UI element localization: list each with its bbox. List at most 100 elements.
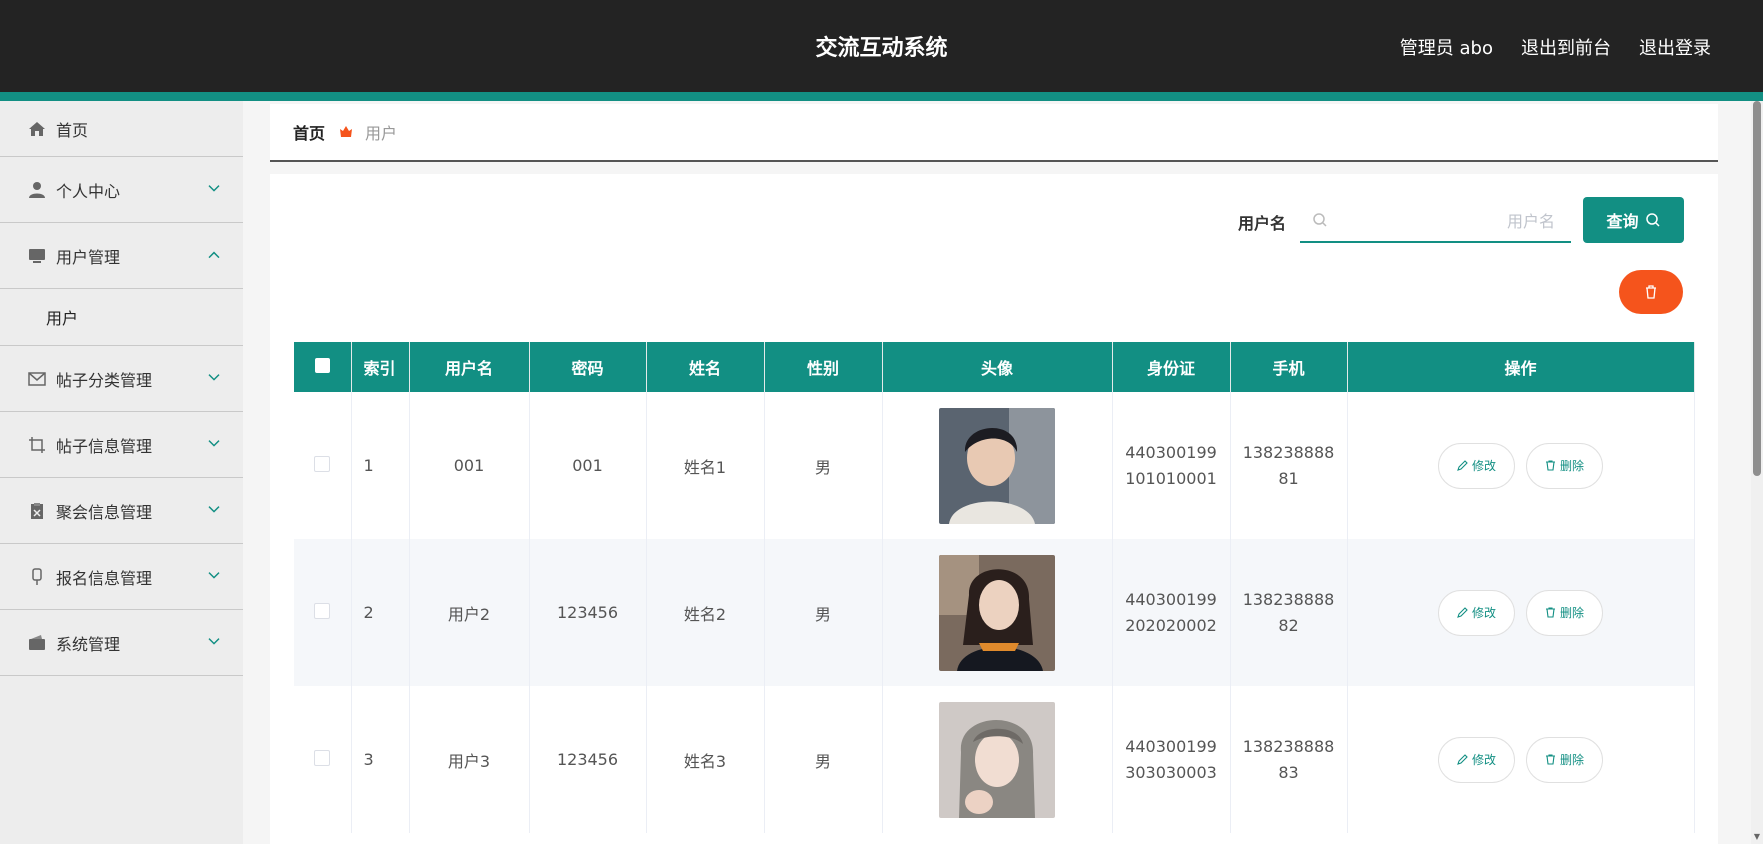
sidebar-item-post-category[interactable]: 帖子分类管理 (0, 346, 243, 412)
actions-cell: 修改 删除 (1347, 392, 1695, 539)
breadcrumb-home[interactable]: 首页 (293, 120, 325, 144)
microphone-icon (28, 567, 46, 586)
avatar-cell (882, 392, 1113, 539)
avatar-cell (882, 686, 1113, 833)
gender-cell: 男 (764, 686, 883, 833)
actions-cell: 修改 删除 (1347, 539, 1695, 686)
chevron-down-icon (208, 505, 220, 513)
password-cell: 123456 (529, 539, 647, 686)
column-header: 操作 (1347, 342, 1695, 392)
sidebar-item-label: 个人中心 (56, 181, 121, 201)
sidebar-item-label: 用户管理 (56, 247, 121, 267)
query-button-label: 查询 (1606, 212, 1639, 231)
sidebar-item-user-management[interactable]: 用户管理 (0, 223, 243, 289)
header-links: 管理员 abo 退出到前台 退出登录 (1400, 34, 1711, 60)
scrollbar-thumb[interactable] (1753, 101, 1761, 476)
column-header: 手机 (1230, 342, 1348, 392)
row-checkbox[interactable] (314, 455, 331, 472)
edit-button-label: 修改 (1471, 606, 1496, 620)
sidebar-subitem-user[interactable]: 用户 (0, 289, 243, 346)
sidebar-subitem-label: 用户 (46, 309, 79, 328)
sidebar-item-system-management[interactable]: 系统管理 (0, 610, 243, 676)
row-select-cell[interactable] (294, 539, 352, 686)
column-header: 姓名 (646, 342, 765, 392)
admin-user-link[interactable]: 管理员 abo (1400, 34, 1493, 60)
chevron-down-icon (208, 637, 220, 645)
search-input[interactable] (1340, 205, 1565, 237)
sidebar-item-label: 首页 (56, 120, 89, 140)
index-cell: 3 (351, 686, 410, 833)
column-header: 索引 (351, 342, 410, 392)
search-label: 用户名 (1238, 214, 1287, 233)
exit-to-front-link[interactable]: 退出到前台 (1521, 34, 1611, 60)
gender-cell: 男 (764, 392, 883, 539)
edit-button[interactable]: 修改 (1437, 589, 1515, 636)
monitor-icon (28, 247, 46, 265)
scroll-down-arrow-icon[interactable]: ▼ (1752, 832, 1762, 842)
gender-cell: 男 (764, 539, 883, 686)
user-icon (28, 181, 46, 199)
trash-icon (1546, 607, 1556, 618)
row-checkbox[interactable] (314, 602, 331, 619)
table-row: 1 001 001 姓名1 男 440300199101010001 13823… (294, 392, 1695, 539)
delete-button[interactable]: 删除 (1526, 736, 1604, 783)
query-button[interactable]: 查询 (1583, 197, 1684, 243)
sidebar-item-label: 帖子分类管理 (56, 370, 153, 390)
id-card-cell: 440300199303030003 (1112, 686, 1231, 833)
edit-icon (1457, 607, 1468, 618)
column-header: 密码 (529, 342, 647, 392)
crop-icon (28, 436, 46, 454)
breadcrumb-separator-icon (339, 125, 353, 139)
column-header: 性别 (764, 342, 883, 392)
chevron-down-icon (208, 571, 220, 579)
sidebar-item-home[interactable]: 首页 (0, 101, 243, 157)
column-header: 用户名 (409, 342, 530, 392)
sidebar-item-gathering-info[interactable]: 聚会信息管理 (0, 478, 243, 544)
username-cell: 用户3 (409, 686, 530, 833)
actions-cell: 修改 删除 (1347, 686, 1695, 833)
password-cell: 001 (529, 392, 647, 539)
phone-cell: 13823888881 (1230, 392, 1348, 539)
clipboard-icon (28, 502, 46, 520)
chevron-down-icon (208, 184, 220, 192)
trash-icon (1546, 754, 1556, 765)
id-card-cell: 440300199202020002 (1112, 539, 1231, 686)
chevron-down-icon (208, 373, 220, 381)
edit-button-label: 修改 (1471, 753, 1496, 767)
avatar[interactable] (939, 701, 1055, 818)
row-select-cell[interactable] (294, 686, 352, 833)
edit-button[interactable]: 修改 (1437, 442, 1515, 489)
delete-button[interactable]: 删除 (1526, 442, 1604, 489)
avatar[interactable] (939, 407, 1055, 524)
delete-button[interactable]: 删除 (1526, 589, 1604, 636)
select-all-cell[interactable] (294, 342, 352, 392)
row-checkbox[interactable] (314, 749, 331, 766)
username-cell: 001 (409, 392, 530, 539)
user-table: 索引 用户名 密码 姓名 性别 头像 身份证 手机 操作 1 001 001 姓… (294, 342, 1695, 833)
search-icon (1645, 213, 1660, 227)
delete-button-label: 删除 (1560, 459, 1585, 473)
chevron-down-icon (208, 439, 220, 447)
sidebar-item-label: 聚会信息管理 (56, 502, 153, 522)
search-field[interactable] (1300, 200, 1571, 243)
batch-delete-button[interactable] (1619, 270, 1683, 314)
breadcrumb-current: 用户 (365, 124, 398, 143)
header-accent-line (0, 92, 1763, 101)
chevron-up-icon (208, 251, 220, 258)
phone-cell: 13823888883 (1230, 686, 1348, 833)
name-cell: 姓名2 (646, 539, 765, 686)
row-select-cell[interactable] (294, 392, 352, 539)
select-all-checkbox[interactable] (314, 357, 330, 373)
avatar-cell (882, 539, 1113, 686)
phone-cell: 13823888882 (1230, 539, 1348, 686)
sidebar-item-post-info[interactable]: 帖子信息管理 (0, 412, 243, 478)
table-row: 3 用户3 123456 姓名3 男 440300199303030003 13… (294, 686, 1695, 833)
sidebar-item-personal-center[interactable]: 个人中心 (0, 157, 243, 223)
sidebar-item-signup-info[interactable]: 报名信息管理 (0, 544, 243, 610)
edit-button[interactable]: 修改 (1437, 736, 1515, 783)
logout-link[interactable]: 退出登录 (1639, 34, 1711, 60)
sidebar: 首页 个人中心 用户管理 用户 帖子分类管理 帖子信息管理 聚会信息管理 报名信… (0, 101, 243, 844)
index-cell: 1 (351, 392, 410, 539)
avatar[interactable] (939, 554, 1055, 671)
column-header: 头像 (882, 342, 1113, 392)
